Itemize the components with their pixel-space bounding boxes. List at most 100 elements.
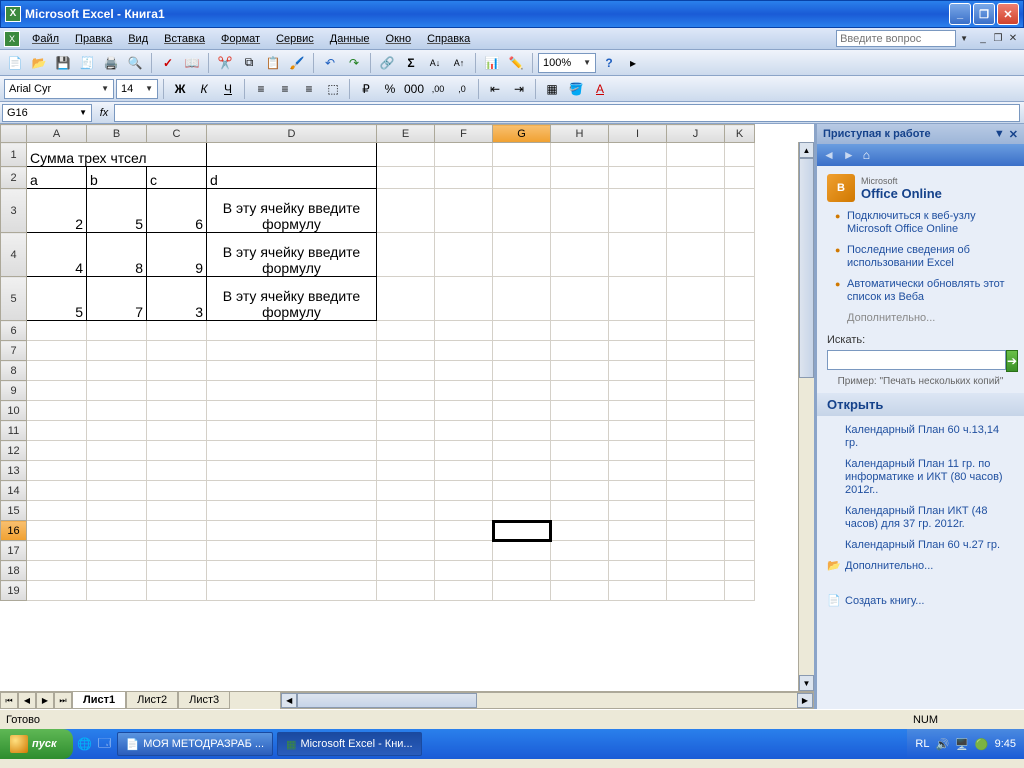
row-header-19[interactable]: 19 [1,581,27,601]
cell-J10[interactable] [667,401,725,421]
link-latest[interactable]: Последние сведения об использовании Exce… [835,244,1014,270]
cell-J8[interactable] [667,361,725,381]
cell-C7[interactable] [147,341,207,361]
menu-data[interactable]: Данные [322,31,378,47]
redo-icon[interactable]: ↷ [343,52,365,74]
cell-G10[interactable] [493,401,551,421]
cell-F19[interactable] [435,581,493,601]
cell-F15[interactable] [435,501,493,521]
cell-K10[interactable] [725,401,755,421]
cell-B18[interactable] [87,561,147,581]
row-header-7[interactable]: 7 [1,341,27,361]
cell-C18[interactable] [147,561,207,581]
recent-file-1[interactable]: Календарный План 60 ч.13,14 гр. [827,422,1014,456]
cell-J17[interactable] [667,541,725,561]
font-size-dropdown[interactable]: 14▼ [116,79,158,99]
align-center-icon[interactable]: ≡ [274,78,296,100]
cell-I7[interactable] [609,341,667,361]
row-header-17[interactable]: 17 [1,541,27,561]
menu-edit[interactable]: Правка [67,31,120,47]
cell-K14[interactable] [725,481,755,501]
cell-K3[interactable] [725,189,755,233]
menu-view[interactable]: Вид [120,31,156,47]
cell-C17[interactable] [147,541,207,561]
vertical-scrollbar[interactable]: ▲▼ [798,142,814,691]
cell-C9[interactable] [147,381,207,401]
cell-G16[interactable] [493,521,551,541]
cell-D9[interactable] [207,381,377,401]
cell-B4[interactable]: 8 [87,233,147,277]
cell-F16[interactable] [435,521,493,541]
cell-I6[interactable] [609,321,667,341]
cell-E15[interactable] [377,501,435,521]
cell-F4[interactable] [435,233,493,277]
cell-E2[interactable] [377,167,435,189]
col-header-F[interactable]: F [435,125,493,143]
sort-asc-icon[interactable]: A↓ [424,52,446,74]
menu-window[interactable]: Окно [378,31,420,47]
cell-H15[interactable] [551,501,609,521]
cell-H19[interactable] [551,581,609,601]
sheet-tab-2[interactable]: Лист2 [126,692,178,709]
row-header-8[interactable]: 8 [1,361,27,381]
cell-C11[interactable] [147,421,207,441]
maximize-button[interactable]: ❐ [973,3,995,25]
link-more-files[interactable]: 📂 Дополнительно... [827,558,1014,579]
cell-C16[interactable] [147,521,207,541]
cell-H4[interactable] [551,233,609,277]
cell-E4[interactable] [377,233,435,277]
cell-G17[interactable] [493,541,551,561]
copy-icon[interactable]: ⧉ [238,52,260,74]
taskpane-close-icon[interactable]: ✕ [1009,128,1018,141]
cell-D2[interactable]: d [207,167,377,189]
col-header-A[interactable]: A [27,125,87,143]
cell-I19[interactable] [609,581,667,601]
tray-icon-3[interactable]: 🟢 [975,738,989,751]
cell-K11[interactable] [725,421,755,441]
search-go-button[interactable]: ➔ [1006,350,1018,372]
cell-F14[interactable] [435,481,493,501]
cell-E9[interactable] [377,381,435,401]
col-header-J[interactable]: J [667,125,725,143]
cell-K8[interactable] [725,361,755,381]
cell-C12[interactable] [147,441,207,461]
cell-I18[interactable] [609,561,667,581]
cell-K17[interactable] [725,541,755,561]
cell-G13[interactable] [493,461,551,481]
cell-C15[interactable] [147,501,207,521]
fx-icon[interactable]: fx [94,107,114,119]
menu-help[interactable]: Справка [419,31,478,47]
nav-fwd-icon[interactable]: ► [843,148,855,162]
cell-C4[interactable]: 9 [147,233,207,277]
link-create-book[interactable]: 📄 Создать книгу... [827,593,1014,614]
formula-input[interactable] [114,104,1020,122]
cell-E5[interactable] [377,277,435,321]
start-button[interactable]: пуск [0,729,73,759]
cell-H13[interactable] [551,461,609,481]
recent-file-3[interactable]: Календарный План ИКТ (48 часов) для 37 г… [827,503,1014,537]
cell-D7[interactable] [207,341,377,361]
cell-D5[interactable]: В эту ячейку введите формулу [207,277,377,321]
cell-D14[interactable] [207,481,377,501]
cell-G2[interactable] [493,167,551,189]
cell-K5[interactable] [725,277,755,321]
cell-K15[interactable] [725,501,755,521]
cell-B19[interactable] [87,581,147,601]
cell-A8[interactable] [27,361,87,381]
cell-G7[interactable] [493,341,551,361]
horizontal-scrollbar[interactable]: ◀▶ [280,692,814,709]
cell-D16[interactable] [207,521,377,541]
cell-G8[interactable] [493,361,551,381]
cell-H3[interactable] [551,189,609,233]
cell-K2[interactable] [725,167,755,189]
menu-format[interactable]: Формат [213,31,268,47]
doc-restore-button[interactable]: ❐ [991,32,1005,46]
lang-indicator[interactable]: RL [915,738,929,750]
nav-back-icon[interactable]: ◄ [823,148,835,162]
cell-D19[interactable] [207,581,377,601]
menu-file[interactable]: Файл [24,31,67,47]
row-header-2[interactable]: 2 [1,167,27,189]
cell-B12[interactable] [87,441,147,461]
italic-icon[interactable]: К [193,78,215,100]
cell-G5[interactable] [493,277,551,321]
